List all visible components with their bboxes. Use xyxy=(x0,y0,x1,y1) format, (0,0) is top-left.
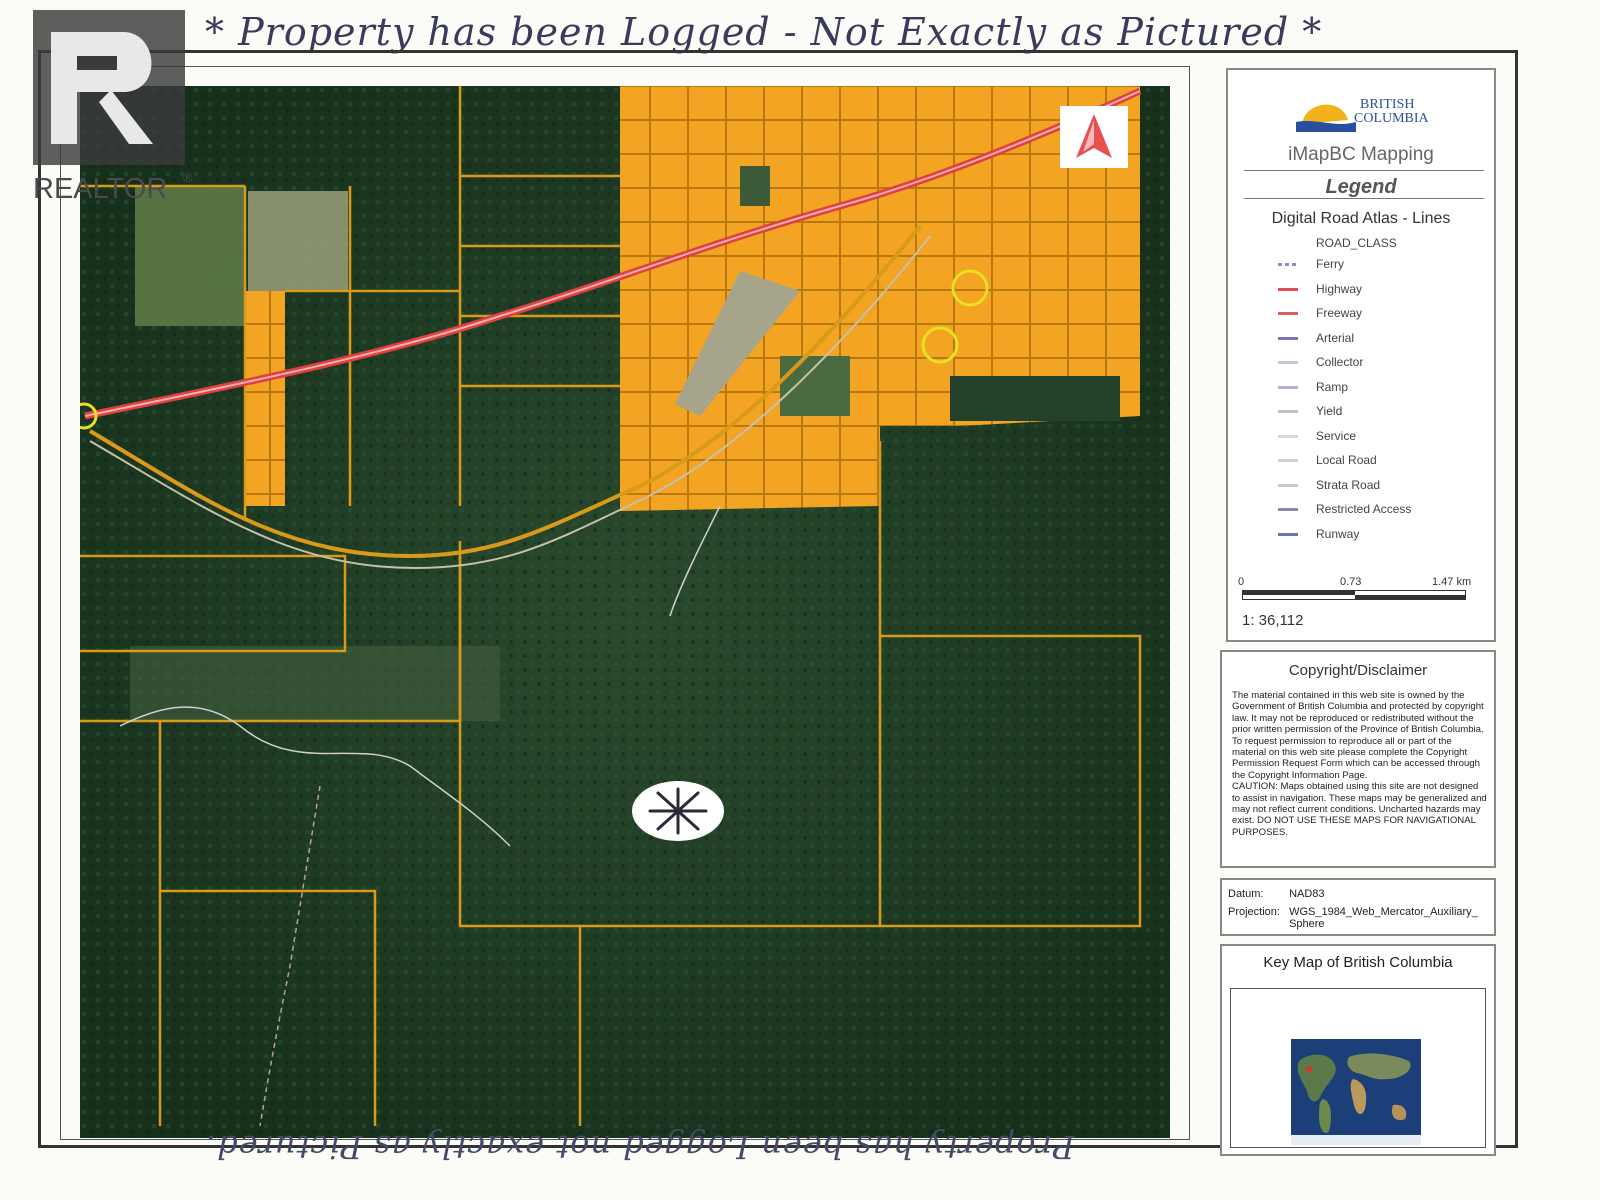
north-arrow-icon xyxy=(1060,106,1128,168)
keymap-title: Key Map of British Columbia xyxy=(1263,954,1453,971)
datum-row: Datum: NAD83 xyxy=(1228,888,1325,900)
legend-label: Local Road xyxy=(1316,453,1377,467)
legend-heading: Legend xyxy=(1325,176,1397,198)
parcel-column xyxy=(245,291,285,506)
legend-label: Ferry xyxy=(1316,257,1344,271)
legend-item: Runway xyxy=(1278,524,1488,546)
legend-label: Arterial xyxy=(1316,330,1355,345)
keymap-panel: Key Map of British Columbia xyxy=(1220,944,1496,1156)
legend-item: Local Road xyxy=(1278,450,1488,472)
aerial-map[interactable] xyxy=(80,86,1170,1138)
legend-item: Strata Road xyxy=(1278,475,1488,497)
legend-label: Freeway xyxy=(1316,306,1363,320)
legend-item: Service xyxy=(1278,426,1488,448)
bc-sun-logo-icon: BRITISH COLUMBIA xyxy=(1296,97,1430,132)
projection-row: Projection: WGS_1984_Web_Mercator_Auxili… xyxy=(1228,906,1490,930)
datum-label: Datum: xyxy=(1228,888,1264,900)
scale-tick-end: 1.47 km xyxy=(1432,576,1472,588)
caution-text: CAUTION: Maps obtained using this site a… xyxy=(1232,781,1487,838)
scale-tick-0: 0 xyxy=(1238,576,1245,588)
legend-swatch xyxy=(1278,532,1298,536)
legend-swatch xyxy=(1278,459,1298,462)
field xyxy=(130,646,500,721)
legend-label: Ramp xyxy=(1316,379,1349,394)
legend-swatch xyxy=(1278,410,1298,413)
legend-label: Restricted Access xyxy=(1316,502,1412,516)
legend-label: Runway xyxy=(1316,526,1360,541)
divider xyxy=(1244,198,1484,199)
keymap-frame xyxy=(1230,988,1486,1148)
divider xyxy=(1244,170,1484,171)
legend-label: Strata Road xyxy=(1316,477,1381,492)
disclaimer-text: The material contained in this web site … xyxy=(1232,690,1484,781)
legend-swatch xyxy=(1278,287,1298,291)
legend-item: Highway xyxy=(1278,279,1488,301)
legend-swatch xyxy=(1278,312,1298,315)
legend-label: Collector xyxy=(1316,355,1364,369)
handwritten-note-top: * Property has been Logged - Not Exactly… xyxy=(205,10,1323,54)
bc-logo-line1: BRITISH xyxy=(1360,97,1414,112)
realtor-logo-icon: REALTOR ® xyxy=(33,10,193,205)
legend-item: Arterial xyxy=(1278,328,1488,350)
world-keymap-icon[interactable] xyxy=(1291,1039,1421,1145)
projection-label: Projection: xyxy=(1228,906,1280,918)
parcel-column xyxy=(620,166,700,506)
legend-panel: BRITISH COLUMBIA iMapBC Mapping Legend D… xyxy=(1226,68,1496,642)
field xyxy=(248,191,348,291)
legend-swatch xyxy=(1278,263,1298,266)
green-lot xyxy=(740,166,770,206)
legend-swatch xyxy=(1278,483,1298,487)
datum-panel: Datum: NAD83 Projection: WGS_1984_Web_Me… xyxy=(1220,878,1496,936)
scale-bar xyxy=(1242,590,1466,600)
app-title: iMapBC Mapping xyxy=(1288,144,1434,165)
scale-ratio: 1: 36,112 xyxy=(1242,612,1304,629)
datum-value: NAD83 xyxy=(1289,888,1325,900)
legend-label: Highway xyxy=(1316,281,1363,296)
scale-tick-mid: 0.73 xyxy=(1340,576,1362,588)
legend-item: Yield xyxy=(1278,401,1488,423)
green-lot xyxy=(780,356,850,416)
registered-mark: ® xyxy=(183,170,193,185)
handwritten-note-bottom: Property has been Logged not exactly as … xyxy=(205,1128,1075,1166)
legend-swatch xyxy=(1278,434,1298,438)
wooded-lot xyxy=(950,376,1120,421)
layer-name: Digital Road Atlas - Lines xyxy=(1271,210,1451,227)
bc-logo-line2: COLUMBIA xyxy=(1354,111,1430,126)
legend-swatch xyxy=(1278,385,1298,389)
projection-value: WGS_1984_Web_Mercator_Auxiliary_Sphere xyxy=(1289,906,1478,930)
legend-item: Ramp xyxy=(1278,377,1488,399)
property-star-marker[interactable] xyxy=(632,781,724,841)
realtor-wordmark: REALTOR xyxy=(33,173,167,205)
legend-item: Freeway xyxy=(1278,303,1488,325)
disclaimer-body: The material contained in this web site … xyxy=(1232,690,1488,862)
legend-swatch xyxy=(1278,361,1298,364)
legend-item: Ferry xyxy=(1278,254,1488,276)
road-class-heading: ROAD_CLASS xyxy=(1316,236,1397,250)
legend-label: Service xyxy=(1316,428,1357,443)
legend-swatch xyxy=(1278,336,1298,340)
legend-swatch xyxy=(1278,508,1298,511)
disclaimer-panel: Copyright/Disclaimer The material contai… xyxy=(1220,650,1496,868)
legend-item: Collector xyxy=(1278,352,1488,374)
legend-label: Yield xyxy=(1316,404,1343,418)
realtor-logo: REALTOR ® xyxy=(33,10,205,210)
disclaimer-title: Copyright/Disclaimer xyxy=(1288,662,1428,679)
legend-item: Restricted Access xyxy=(1278,499,1488,521)
